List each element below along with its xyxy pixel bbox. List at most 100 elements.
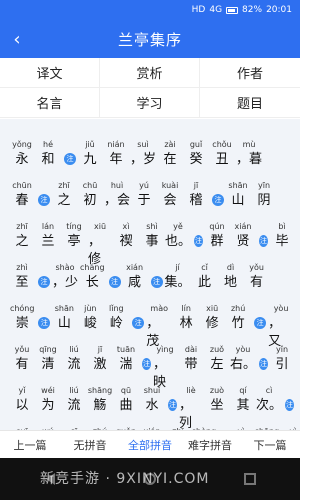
text-line: zhì 至注 shào ，少 cháng 长注 xián 咸注 jí 集。 cǐ 此 dì 地 yǒu 有 [10, 252, 296, 292]
character-unit: zuǒ 左 [205, 344, 229, 374]
annotation-badge[interactable]: 注 [212, 194, 225, 206]
hanzi-character: 有 [15, 357, 29, 372]
hanzi-character: 流 [67, 398, 81, 413]
pinyin-label: yǒu [14, 345, 30, 354]
character-unit: xì 禊 [114, 221, 138, 251]
character-unit: lín 林 [174, 303, 198, 333]
pinyin-label: mào [150, 304, 168, 313]
nav-questions[interactable]: 题目 [200, 88, 300, 118]
character-unit: kuài 会 [158, 180, 182, 210]
character-unit: chóng 崇 [10, 303, 35, 333]
pinyin-label: qí [239, 386, 247, 395]
annotation-badge[interactable]: 注 [38, 276, 50, 288]
annotation-badge[interactable]: 注 [108, 276, 121, 288]
pinyin-label: xián [234, 222, 252, 231]
hanzi-character: 稽 [189, 193, 203, 208]
page-title: 兰亭集序 [117, 30, 182, 49]
nav-appreciation[interactable]: 赏析 [100, 58, 200, 88]
nav-grid: 译文 赏析 作者 名言 学习 题目 [0, 58, 300, 118]
annotation-badge[interactable]: 注 [38, 317, 51, 329]
annotation-badge[interactable]: 注 [142, 358, 151, 370]
character-unit: mào ，茂 [146, 303, 172, 349]
annotation-badge[interactable]: 注 [168, 399, 177, 411]
next-article-button[interactable]: 下一篇 [240, 431, 300, 458]
pinyin-label: shuǐ [143, 386, 161, 395]
character-unit: jùn 峻 [78, 303, 102, 333]
hanzi-character: 也。 [165, 234, 192, 249]
character-unit: jiǔ 九 [78, 139, 102, 169]
character-unit: cǐ 此 [193, 262, 217, 292]
pinyin-label: jí [175, 263, 180, 272]
pinyin-label: shì [146, 222, 158, 231]
network-indicator: HD [191, 5, 206, 15]
clock: 20:01 [266, 5, 292, 15]
character-unit: yǐn 引 [270, 344, 294, 374]
character-unit: suì ，岁 [130, 139, 156, 169]
pinyin-label: shào [55, 263, 75, 272]
pinyin-label: mù [242, 140, 256, 149]
annotation-badge[interactable]: 注 [194, 235, 203, 247]
character-unit: cì 次。 [256, 385, 282, 415]
all-pinyin-button[interactable]: 全部拼音 [120, 431, 180, 458]
nav-author[interactable]: 作者 [200, 58, 300, 88]
character-unit: yǒu 有 [10, 344, 34, 374]
hanzi-character: 右。 [230, 357, 257, 372]
back-button[interactable]: ‹ [6, 28, 28, 50]
pinyin-label: jùn [84, 304, 97, 313]
no-pinyin-button[interactable]: 无拼音 [60, 431, 120, 458]
character-unit: shuǐ 水 [140, 385, 164, 415]
pinyin-label: cì [265, 386, 273, 395]
hard-pinyin-button[interactable]: 难字拼音 [180, 431, 240, 458]
battery-level: 82% [242, 5, 263, 15]
hanzi-character: 岭 [109, 316, 123, 331]
pinyin-label: yǒng [12, 140, 32, 149]
system-recents-button[interactable] [240, 469, 260, 489]
prev-article-button[interactable]: 上一篇 [0, 431, 60, 458]
text-line: chūn 春注 zhī 之 chū 初 huì ，会 yú 于 kuài 会 jī 稽注 shān 山 yīn 阴 [10, 170, 296, 210]
character-unit: hé 和 [36, 139, 60, 169]
annotation-badge[interactable]: 注 [64, 153, 76, 165]
annotation-badge[interactable]: 注 [38, 194, 50, 206]
nav-quotes[interactable]: 名言 [0, 88, 100, 118]
hanzi-character: ，修 [88, 234, 102, 267]
pinyin-label: yìng [156, 345, 174, 354]
pinyin-label: xián [126, 263, 144, 272]
annotation-badge[interactable]: 注 [254, 317, 267, 329]
pinyin-label: lǐng [109, 304, 124, 313]
character-unit: yìng ，映 [153, 344, 177, 390]
hanzi-character: 带 [184, 357, 198, 372]
hanzi-character: 山 [57, 316, 71, 331]
nav-study[interactable]: 学习 [100, 88, 200, 118]
hanzi-character: 地 [224, 275, 238, 290]
pinyin-label: hé [43, 140, 53, 149]
character-unit: xián 贤 [231, 221, 255, 251]
character-unit: yòu 右。 [230, 344, 257, 374]
pinyin-label: qīng [39, 345, 57, 354]
annotation-badge[interactable]: 注 [132, 317, 145, 329]
character-unit: yǒng 永 [10, 139, 34, 169]
pinyin-label: lín [181, 304, 191, 313]
annotation-badge[interactable]: 注 [259, 235, 268, 247]
character-unit: guǐ 癸 [184, 139, 208, 169]
hanzi-character: 修 [205, 316, 219, 331]
pinyin-label: yǐn [275, 345, 289, 354]
pinyin-label: kuài [161, 181, 179, 190]
annotation-badge[interactable]: 注 [150, 276, 163, 288]
character-unit: zhú 竹 [226, 303, 250, 333]
pinyin-label: zhì [16, 263, 28, 272]
annotation-badge[interactable]: 注 [285, 399, 294, 411]
annotation-badge[interactable]: 注 [259, 358, 268, 370]
character-unit: yǐ 以 [10, 385, 34, 415]
character-unit: jī 激 [88, 344, 112, 374]
hanzi-character: ，少 [52, 275, 79, 290]
hanzi-character: ，会 [104, 193, 131, 208]
status-icons: HD 4G 82% 20:01 [192, 5, 292, 15]
nav-translation[interactable]: 译文 [0, 58, 100, 88]
pinyin-label: chū [82, 181, 98, 190]
pinyin-label: tíng [66, 222, 82, 231]
pinyin-label: yě [173, 222, 183, 231]
pinyin-label: lán [41, 222, 55, 231]
text-line: yǒng 永 hé 和注 jiǔ 九 nián 年 suì ，岁 zài 在 guǐ 癸 chǒu 丑 mù ，暮 [10, 129, 296, 169]
pinyin-label: yú [139, 181, 149, 190]
pinyin-label: bì [278, 222, 286, 231]
